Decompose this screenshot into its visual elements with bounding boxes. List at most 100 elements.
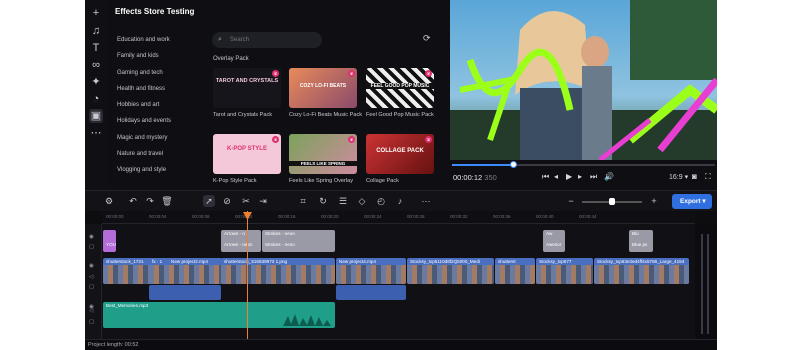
audio-level-meter [695,224,717,339]
category-item[interactable]: Family and kids [117,50,197,66]
audio-waveform [283,314,331,326]
refresh-icon[interactable]: ⟳ [423,33,431,44]
ruler-tick: 00:00:04 [149,214,167,219]
timeline-ruler[interactable]: 00:00:00 00:00:04 00:00:08 00:00:12 00:0… [102,211,695,224]
ruler-tick: 00:00:24 [364,214,382,219]
overlay-clip-blue[interactable]: Blu Blue px [629,230,653,252]
scrubber-handle[interactable] [510,161,517,168]
delete-icon[interactable]: 🗑 [161,195,173,207]
step-back-icon[interactable]: ◂ [554,172,558,181]
crop-icon[interactable]: ⌗ [297,195,309,207]
ruler-tick: 00:00:36 [493,214,511,219]
speed-icon[interactable]: ◴ [375,195,387,207]
meter-bar-right [707,234,709,334]
zoom-handle[interactable] [609,198,615,205]
stabilize-icon[interactable]: ◇ [356,195,368,207]
transitions-icon[interactable]: ∞ [89,58,103,72]
status-bar: Project length: 00:52 [85,339,717,350]
disable-icon[interactable]: ⊘ [221,195,233,207]
undo-icon[interactable]: ↶ [127,195,139,207]
overlay-clip-arrows[interactable]: Arrows - n Arrows - neon [221,230,261,252]
pack-card-spring[interactable]: FEELS LIKE SPRING ♛ [289,134,357,174]
search-placeholder: Search [230,37,250,43]
title-clip[interactable]: YOU [103,230,116,252]
zoom-out-icon[interactable]: − [565,195,577,207]
lock-icon[interactable]: ▢ [89,319,94,325]
play-icon[interactable]: ▶ [566,172,572,181]
redo-icon[interactable]: ↷ [144,195,156,207]
category-item[interactable]: Gaming and tech [117,67,197,83]
scrubber-fill [452,164,514,166]
video-preview[interactable] [450,0,717,160]
audio-clip[interactable]: Best_Memories.mp3 [103,302,335,328]
pack-card-tarot[interactable]: TAROT AND CRYSTALS ♛ [213,68,281,108]
more-options-icon[interactable]: ⋯ [420,195,432,207]
category-item[interactable]: Holidays and events [117,115,197,131]
export-button[interactable]: Export ▾ [672,194,712,209]
category-item[interactable]: Hobbies and art [117,99,197,115]
video-clip[interactable]: fx · 1 New project2.mp4 [149,258,222,284]
search-input[interactable]: ⌕ Search [212,32,322,48]
mute-icon[interactable]: ◁ [89,308,93,314]
previous-icon[interactable]: ⏮ [542,172,549,182]
text-icon[interactable]: T [89,41,103,55]
audio-icon[interactable]: ♪ [394,195,406,207]
settings-icon[interactable]: ⚙ [103,195,115,207]
category-item[interactable]: Magic and mystery [117,132,197,148]
preview-scrubber[interactable] [452,161,715,168]
pack-card-popmusic[interactable]: FEEL GOOD POP MUSIC ♛ [366,68,434,108]
adjust-icon[interactable]: ☰ [337,195,349,207]
category-item[interactable]: Health and fitness [117,83,197,99]
ruler-tick: 00:00:44 [579,214,597,219]
category-item[interactable]: Nature and travel [117,148,197,164]
video-clip[interactable]: Stocksy_txp5110d6f2Q5000_Medi [407,258,494,284]
next-icon[interactable]: ⏭ [590,172,597,182]
mute-icon[interactable]: ◁ [89,274,93,280]
effects-icon[interactable]: ✦ [89,75,103,89]
timer-icon[interactable]: ◔ [89,92,103,106]
linked-audio-block[interactable] [149,285,221,300]
pack-card-collage[interactable]: COLLAGE PACK ♛ [366,134,434,174]
aspect-ratio-select[interactable]: 16:9 ▾ [669,173,688,181]
store-icon[interactable]: ▣ [89,109,103,123]
ruler-tick: 00:00:16 [278,214,296,219]
overlay-clip-strokes[interactable]: Strokes - neon Strokes - neon [262,230,335,252]
video-clip[interactable]: Stocksy_txp63e3ed4ff4x5786_Large_4194 [594,258,689,284]
video-clip[interactable]: shutterstock_516639973 1.png [221,258,335,284]
premium-badge-icon: ♛ [272,136,279,143]
select-tool-icon[interactable]: ➚ [203,195,215,207]
pack-card-lofi[interactable]: COZY LO-FI BEATS ♛ [289,68,357,108]
add-media-icon[interactable]: + [89,6,103,20]
lock-icon[interactable]: ▢ [89,284,94,290]
lock-icon[interactable]: ▢ [89,244,94,250]
split-icon[interactable]: ⇥ [257,195,269,207]
step-forward-icon[interactable]: ▸ [578,172,582,181]
category-list: Education and work Family and kids Gamin… [117,34,197,181]
pack-card-kpop[interactable]: K-POP STYLE ♛ [213,134,281,174]
music-icon[interactable]: ♫ [89,24,103,38]
video-clip[interactable]: New project4.mp4 [336,258,406,284]
zoom-in-icon[interactable]: + [648,195,660,207]
playhead[interactable] [247,211,248,339]
premium-badge-icon: ♛ [348,136,355,143]
volume-icon[interactable]: 🔊 [604,172,614,181]
video-clip[interactable]: shutterst [495,258,535,284]
rotate-icon[interactable]: ↻ [317,195,329,207]
visibility-icon[interactable]: ◉ [89,234,94,240]
category-item[interactable]: Vlogging and style [117,164,197,180]
category-item[interactable]: Education and work [117,34,197,50]
more-icon[interactable]: ⋯ [89,126,103,140]
overlay-clip-awesome[interactable]: Aw Awesor [543,230,565,252]
fullscreen-icon[interactable]: ⛶ [705,172,711,182]
video-clip[interactable]: Stocksy_txp677 [536,258,593,284]
cut-icon[interactable]: ✂ [240,195,252,207]
ruler-tick: 00:00:20 [321,214,339,219]
video-clip[interactable]: shutterstock_1731 [103,258,151,284]
linked-audio-block[interactable] [336,285,406,300]
pack-label: Cozy Lo-Fi Beats Music Pack [289,112,363,118]
ruler-tick: 00:00:40 [536,214,554,219]
section-title: Overlay Pack [213,56,249,62]
visibility-icon[interactable]: ◉ [89,263,94,269]
pack-label: Tarot and Crystals Pack [213,112,273,118]
snapshot-icon[interactable]: ◙ [692,172,697,181]
